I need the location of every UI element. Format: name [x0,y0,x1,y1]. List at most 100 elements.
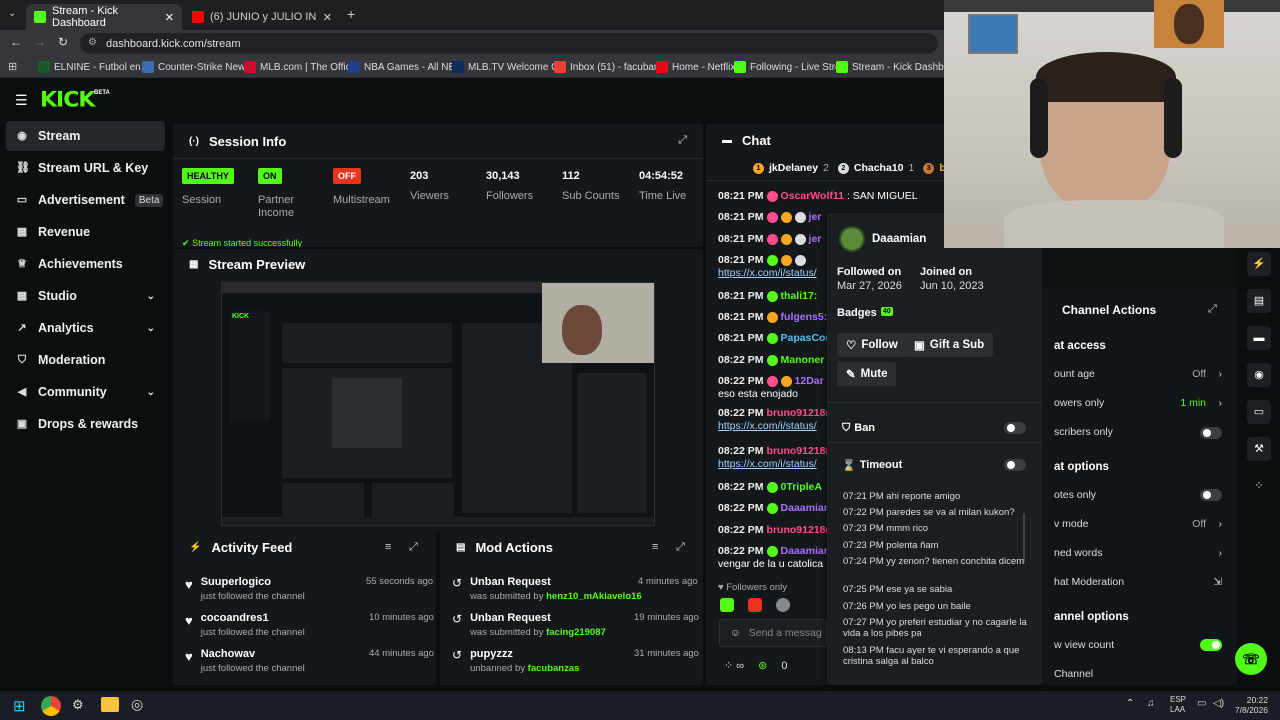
reload-icon[interactable]: ↻ [58,35,68,49]
mute-button[interactable]: ✎ Mute [837,362,897,386]
chat-username[interactable]: bruno91218n [767,445,832,457]
chat-username[interactable]: 12Dar [795,375,824,387]
lightning-icon[interactable]: ⚡ [1247,252,1271,276]
tab-youtube[interactable]: (6) JUNIO y JULIO INSOLITO en ✕ [184,4,340,30]
tab-kick-dashboard[interactable]: Stream - Kick Dashboard ✕ [26,4,182,30]
tray-chevron-up-icon[interactable]: ⌃ [1126,698,1134,709]
clipboard-icon[interactable]: ▤ [1247,289,1271,313]
site-info-icon[interactable]: ⚙ [88,37,97,48]
timeout-toggle[interactable] [1004,459,1026,471]
wrench-icon[interactable]: ⚒ [1247,437,1271,461]
sidebar-item-drops[interactable]: ▣ Drops & rewards [6,409,165,439]
slow-mode-row[interactable]: v mode Off › [1054,518,1230,530]
bookmark-item[interactable]: NBA Games - All NB... [348,61,463,73]
steam-icon[interactable]: ⚙ [72,697,84,713]
sidebar-item-community[interactable]: ◀ Community ⌄ [6,377,165,407]
user-card-username[interactable]: Daaamian [872,233,926,245]
clock[interactable]: 20:22 7/8/2026 [1232,695,1268,715]
chat-username[interactable]: Manoner [781,354,825,366]
obs-icon[interactable]: ◎ [131,696,143,713]
bookmark-item[interactable]: Home - Netflix [656,61,735,73]
stream-preview-video[interactable]: KICK [221,282,655,526]
ban-toggle[interactable] [1004,422,1026,434]
apps-icon[interactable]: ⊞ [8,60,17,73]
followers-only-row[interactable]: owers only 1 min › [1054,397,1230,409]
close-tab-icon[interactable]: ✕ [165,11,174,24]
chat-username[interactable]: jer [809,233,822,245]
forward-icon[interactable]: → [34,35,46,49]
filter-icon[interactable]: ≡ [385,541,391,553]
address-bar[interactable]: ⚙ dashboard.kick.com/stream [80,33,938,54]
emote-icon[interactable] [776,598,790,612]
file-explorer-icon[interactable] [101,697,119,712]
chat-moderation-row[interactable]: hat Moderation ⇲ [1054,576,1230,588]
puzzle-icon[interactable]: ⁘ [1247,474,1271,498]
network-icon[interactable]: ▭ [1197,698,1206,709]
gift-sub-button[interactable]: ▣ Gift a Sub [905,333,994,357]
expand-icon[interactable]: ⤢ [678,134,687,147]
chat-username[interactable]: PapasCor [781,332,830,344]
channel-row[interactable]: Channel [1054,668,1230,680]
volume-icon[interactable]: ◁) [1213,698,1224,709]
expand-icon[interactable]: ⤢ [1208,303,1217,316]
chat-username[interactable]: Daaamian [781,545,831,557]
bookmark-item[interactable]: MLB.TV Welcome C... [452,61,567,73]
filter-icon[interactable]: ≡ [652,541,658,553]
sidebar-item-achievements[interactable]: ♕ Achievements [6,249,165,279]
chat-link[interactable]: https://x.com/i/status/ [718,420,817,432]
follow-button[interactable]: ♡ Follow [837,333,907,357]
chat-username[interactable]: thali17: [781,290,818,302]
back-icon[interactable]: ← [10,35,22,49]
chat-link[interactable]: https://x.com/i/status/ [718,267,817,279]
banned-words-row[interactable]: ned words › [1054,547,1230,559]
chat-username[interactable]: Daaamian [781,502,831,514]
windows-start-icon[interactable]: ⊞ [13,697,26,715]
sidebar-item-revenue[interactable]: ▦ Revenue [6,217,165,247]
chat-link[interactable]: https://x.com/i/status/ [718,458,817,470]
bookmark-item[interactable]: Counter-Strike New... [142,61,253,73]
bookmark-item[interactable]: Stream - Kick Dashb... [836,61,952,73]
menu-icon[interactable]: ☰ [15,92,28,109]
timestamp: 31 minutes ago [634,648,699,659]
kick-logo[interactable]: KICK [40,89,95,113]
emote-icon[interactable] [748,598,762,612]
show-view-count-toggle[interactable] [1200,639,1222,651]
support-chat-icon[interactable]: ☏ [1235,643,1267,675]
sidebar-item-advertisement[interactable]: ▭ Advertisement Beta [6,185,165,215]
chat-username[interactable]: OscarWolf11 [781,190,844,202]
close-tab-icon[interactable]: ✕ [323,11,332,24]
chat-username[interactable]: jer [809,211,822,223]
sidebar-item-analytics[interactable]: ↗ Analytics ⌄ [6,313,165,343]
preview-icon: ▦ [189,259,199,270]
expand-icon[interactable]: ⤢ [676,541,685,554]
chat-input[interactable]: ☺ Send a messag [719,619,827,647]
sidebar-item-studio[interactable]: ▦ Studio ⌄ [6,281,165,311]
subscribers-only-toggle[interactable] [1200,427,1222,439]
sidebar-item-stream-url[interactable]: ⛓ Stream URL & Key [6,153,165,183]
chat-username[interactable]: bruno91218n [767,524,832,536]
broadcast-icon[interactable]: ◉ [1247,363,1271,387]
microphone-icon[interactable]: ♫ [1147,698,1155,709]
kick-header: ☰ KICK BETA [0,79,944,121]
sidebar-item-stream[interactable]: ◉ Stream [6,121,165,151]
emote-icon[interactable] [720,598,734,612]
bookmark-item[interactable]: Following - Live Stre... [734,61,849,73]
emotes-only-toggle[interactable] [1200,489,1222,501]
chat-username[interactable]: 0TripleA [781,481,822,493]
bookmark-item[interactable]: ELNINE - Futbol en... [38,61,149,73]
tab-search-icon[interactable]: ⌄ [8,8,16,19]
settings-dots-icon[interactable]: ⁘ ∞ [724,659,744,672]
bookmark-item[interactable]: Inbox (51) - facuban... [554,61,668,73]
chat-username[interactable]: bruno91218n [767,407,832,419]
account-age-row[interactable]: ount age Off › [1054,368,1230,380]
new-tab-icon[interactable]: + [347,6,355,22]
sidebar-item-moderation[interactable]: ⛉ Moderation [6,345,165,375]
chrome-icon[interactable] [41,696,61,716]
monitor-icon[interactable]: ▭ [1247,400,1271,424]
bookmark-item[interactable]: MLB.com | The Offic... [244,61,359,73]
expand-icon[interactable]: ⤢ [409,541,418,554]
chat-icon[interactable]: ▬ [1247,326,1271,350]
chat-username[interactable]: fulgens5: [781,311,828,323]
language-indicator[interactable]: ESP LAA [1170,695,1186,715]
panel-title: Session Info [209,134,287,149]
